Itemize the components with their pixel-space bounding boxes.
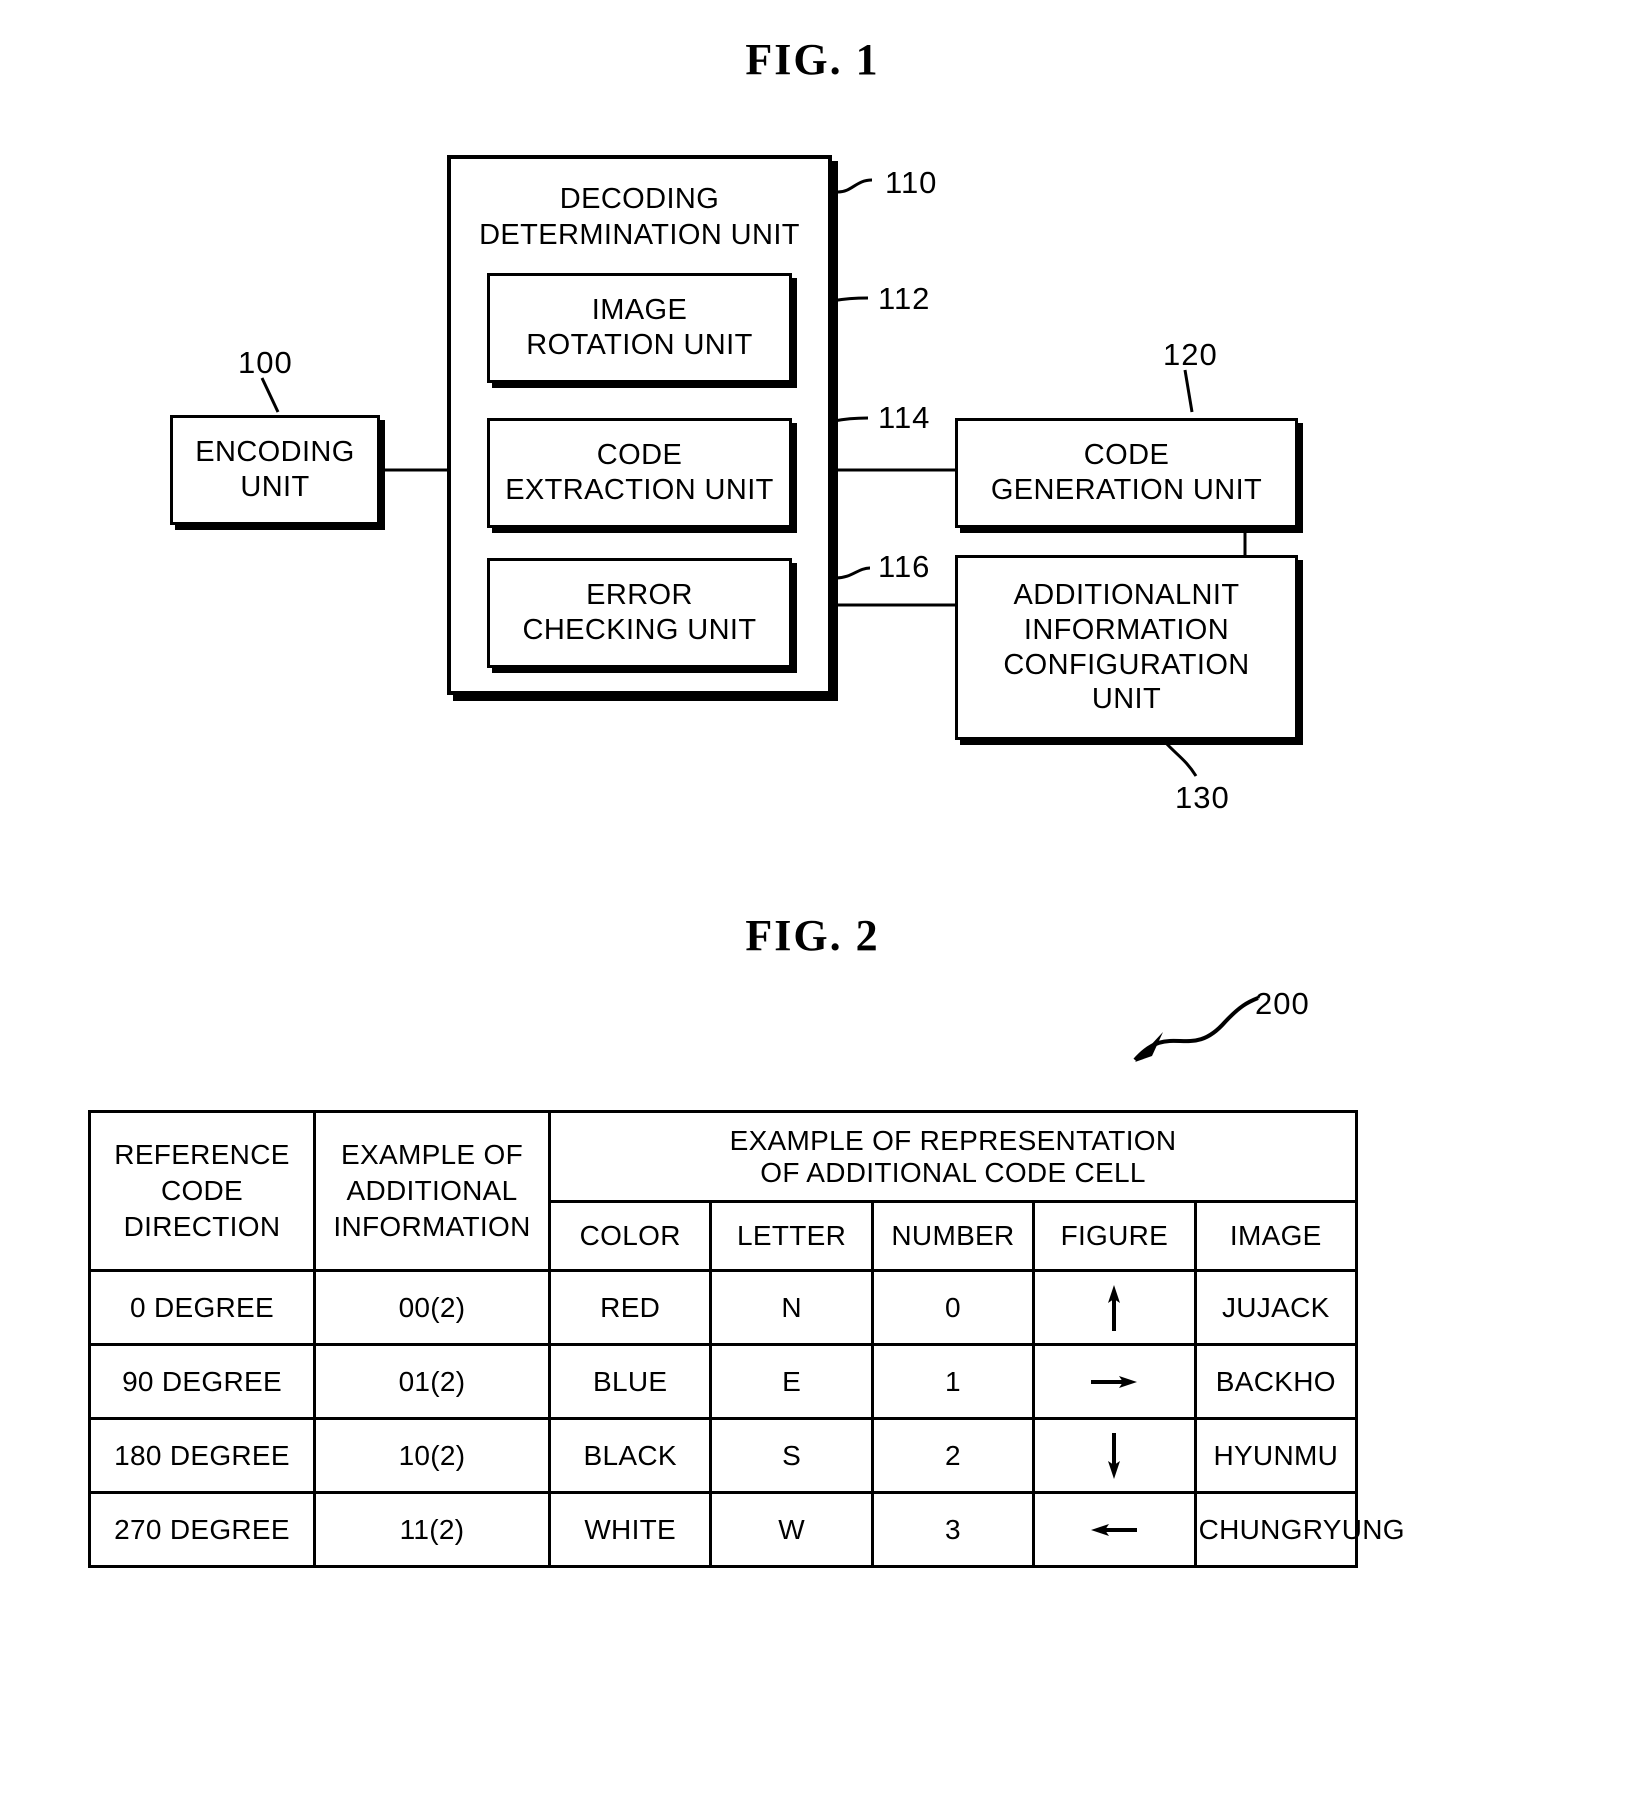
cell-additional: 01(2) xyxy=(313,1343,551,1420)
cell-direction: 0 DEGREE xyxy=(88,1269,316,1346)
header-example-additional-information: EXAMPLE OF ADDITIONAL INFORMATION xyxy=(313,1110,551,1272)
reference-numeral-120: 120 xyxy=(1163,337,1218,372)
reference-numeral-130: 130 xyxy=(1175,780,1230,815)
code-generation-unit-label: CODE GENERATION UNIT xyxy=(990,439,1263,506)
arrow-down-icon xyxy=(1108,1432,1121,1479)
code-extraction-unit-label: CODE EXTRACTION UNIT xyxy=(505,439,774,506)
cell-number: 2 xyxy=(870,1417,1036,1494)
cell-image: BACKHO xyxy=(1193,1343,1359,1420)
reference-numeral-200: 200 xyxy=(1255,986,1310,1021)
cell-image: CHUNGRYUNG xyxy=(1193,1491,1405,1568)
cell-figure xyxy=(1032,1343,1197,1420)
cell-color: WHITE xyxy=(547,1491,713,1568)
cell-letter: N xyxy=(709,1269,874,1346)
cell-direction: 270 DEGREE xyxy=(88,1491,316,1568)
decoding-determination-unit-label: DECODING DETERMINATION UNIT xyxy=(479,183,800,252)
cell-image: HYUNMU xyxy=(1193,1417,1359,1494)
error-checking-unit-label: ERROR CHECKING UNIT xyxy=(522,579,757,646)
cell-letter: E xyxy=(709,1343,874,1420)
reference-numeral-110: 110 xyxy=(885,165,938,200)
cell-additional: 10(2) xyxy=(313,1417,551,1494)
image-rotation-unit-label: IMAGE ROTATION UNIT xyxy=(526,294,753,361)
code-extraction-unit-block: CODE EXTRACTION UNIT xyxy=(487,418,792,528)
cell-letter: S xyxy=(709,1417,874,1494)
cell-figure xyxy=(1032,1269,1197,1346)
header-number: NUMBER xyxy=(870,1200,1036,1272)
figure-1-title: FIG. 1 xyxy=(745,35,880,84)
cell-letter: W xyxy=(709,1491,874,1568)
cell-number: 0 xyxy=(870,1269,1036,1346)
cell-additional: 11(2) xyxy=(313,1491,551,1568)
cell-direction: 90 DEGREE xyxy=(88,1343,316,1420)
header-image: IMAGE xyxy=(1193,1200,1359,1272)
table-row: 90 DEGREE 01(2) BLUE E 1 BACKHO xyxy=(88,1343,1359,1420)
cell-number: 3 xyxy=(870,1491,1036,1568)
encoding-unit-block: ENCODING UNIT xyxy=(170,415,380,525)
additional-code-cell-table: REFERENCE CODE DIRECTION EXAMPLE OF ADDI… xyxy=(88,1110,1405,1568)
additional-information-configuration-unit-block: ADDITIONALNIT INFORMATION CONFIGURATION … xyxy=(955,555,1298,740)
reference-numeral-114: 114 xyxy=(878,400,931,435)
header-reference-code-direction: REFERENCE CODE DIRECTION xyxy=(88,1110,316,1272)
error-checking-unit-block: ERROR CHECKING UNIT xyxy=(487,558,792,668)
encoding-unit-label: ENCODING UNIT xyxy=(195,436,355,503)
header-example-representation: EXAMPLE OF REPRESENTATION OF ADDITIONAL … xyxy=(548,1110,1358,1203)
header-letter: LETTER xyxy=(709,1200,874,1272)
table-row: 270 DEGREE 11(2) WHITE W 3 CHUNGRYUNG xyxy=(88,1491,1405,1568)
image-rotation-unit-block: IMAGE ROTATION UNIT xyxy=(487,273,792,383)
arrow-right-icon xyxy=(1091,1375,1138,1388)
cell-direction: 180 DEGREE xyxy=(88,1417,316,1494)
header-color: COLOR xyxy=(547,1200,713,1272)
code-generation-unit-block: CODE GENERATION UNIT xyxy=(955,418,1298,528)
cell-figure xyxy=(1032,1417,1197,1494)
cell-number: 1 xyxy=(870,1343,1036,1420)
table-header-row-main: REFERENCE CODE DIRECTION EXAMPLE OF ADDI… xyxy=(88,1110,1358,1272)
reference-numeral-112: 112 xyxy=(878,281,931,316)
reference-numeral-116: 116 xyxy=(878,549,931,584)
figure-2-title: FIG. 2 xyxy=(745,911,880,960)
cell-image: JUJACK xyxy=(1193,1269,1359,1346)
cell-color: RED xyxy=(547,1269,713,1346)
cell-additional: 00(2) xyxy=(313,1269,551,1346)
figure-2-pointer xyxy=(1133,996,1259,1062)
header-figure: FIGURE xyxy=(1032,1200,1197,1272)
additional-information-configuration-unit-label: ADDITIONALNIT INFORMATION CONFIGURATION … xyxy=(1003,578,1250,716)
cell-color: BLACK xyxy=(547,1417,713,1494)
arrow-left-icon xyxy=(1091,1523,1138,1536)
reference-numeral-100: 100 xyxy=(238,345,293,380)
table-row: 180 DEGREE 10(2) BLACK S 2 HYUNMU xyxy=(88,1417,1359,1494)
cell-color: BLUE xyxy=(547,1343,713,1420)
cell-figure xyxy=(1032,1491,1197,1568)
table-row: 0 DEGREE 00(2) RED N 0 JUJACK xyxy=(88,1269,1359,1346)
arrow-up-icon xyxy=(1108,1284,1121,1331)
